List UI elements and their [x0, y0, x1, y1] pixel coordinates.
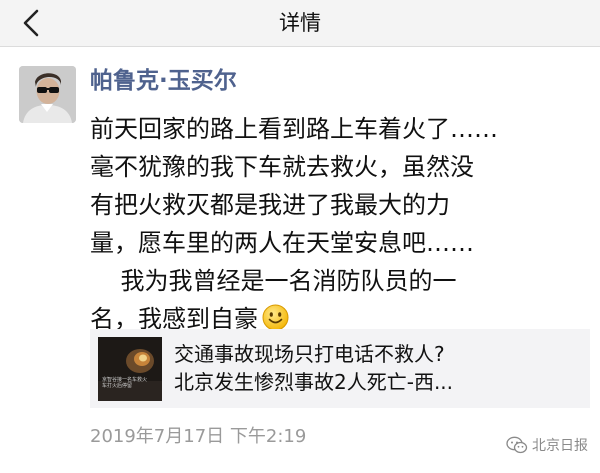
- avatar-photo: [19, 66, 76, 123]
- post-timestamp: 2019年7月17日 下午2:19: [90, 426, 307, 447]
- post-line: 我为我曾经是一名消防队员的一: [90, 267, 457, 295]
- post-line: 前天回家的路上看到路上车着火了……: [90, 115, 498, 143]
- watermark-text: 北京日报: [532, 438, 588, 454]
- link-thumbnail: 京智谷接一名车救火 车打火后停留: [98, 337, 162, 401]
- link-title-line: 北京发生惨烈事故2人死亡-西...: [174, 370, 454, 394]
- nav-bar: 详情: [0, 0, 600, 47]
- fire-thumbnail-image: [98, 337, 162, 401]
- shared-link-card[interactable]: 京智谷接一名车救火 车打火后停留 交通事故现场只打电话不救人? 北京发生惨烈事故…: [90, 329, 590, 408]
- page-title: 详情: [279, 11, 321, 35]
- link-title: 交通事故现场只打电话不救人? 北京发生惨烈事故2人死亡-西...: [174, 340, 582, 396]
- post-line: 有把火救灭都是我进了我最大的力: [90, 191, 450, 219]
- author-name[interactable]: 帕鲁克·玉买尔: [90, 66, 237, 96]
- wechat-logo-icon: [506, 436, 528, 454]
- watermark: 北京日报: [506, 433, 588, 457]
- link-title-line: 交通事故现场只打电话不救人?: [174, 342, 445, 366]
- smiley-emoji-icon: [262, 304, 289, 331]
- post-line: 量，愿车里的两人在天堂安息吧……: [90, 229, 474, 257]
- post-text: 前天回家的路上看到路上车着火了…… 毫不犹豫的我下车就去救火，虽然没 有把火救灭…: [90, 110, 590, 338]
- post-line: 毫不犹豫的我下车就去救火，虽然没: [90, 153, 474, 181]
- thumbnail-caption: 京智谷接一名车救火 车打火后停留: [102, 377, 148, 389]
- avatar[interactable]: [19, 66, 76, 123]
